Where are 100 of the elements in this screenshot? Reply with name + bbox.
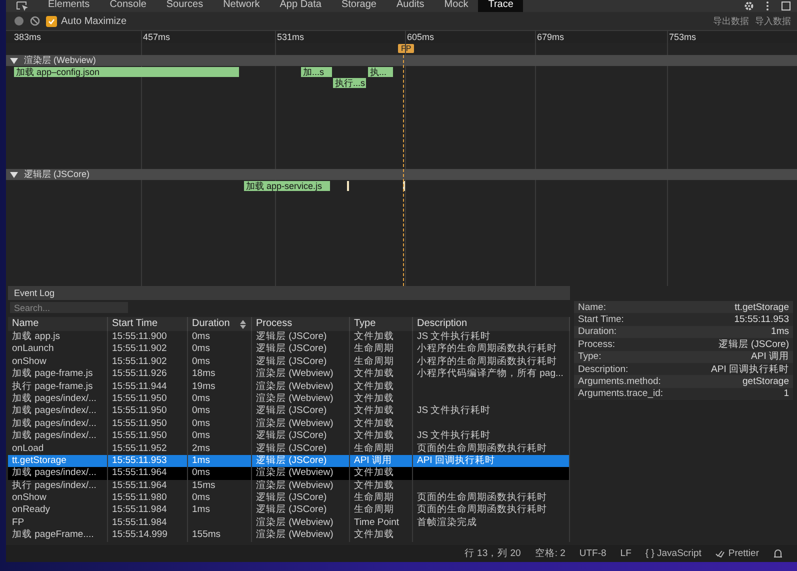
line-ending[interactable]: LF	[620, 548, 632, 559]
tab[interactable]: Trace	[478, 0, 524, 12]
table-cell: onShow	[8, 356, 108, 368]
table-cell: 加载 pages/index/...	[8, 430, 108, 443]
table-cell: 逻辑层 (JSCore)	[252, 430, 350, 443]
table-cell: 加载 pages/index/...	[8, 467, 108, 480]
table-cell: 逻辑层 (JSCore)	[252, 343, 350, 356]
table-cell: 1ms	[188, 504, 252, 517]
table-cell: JS 文件执行耗时	[413, 331, 570, 344]
column-header[interactable]: Start Time	[108, 317, 188, 331]
table-cell: 0ms	[188, 392, 252, 406]
table-cell: 渲染层 (Webview)	[252, 529, 350, 542]
event-bar[interactable]: 加载 app-service.js	[244, 181, 330, 191]
time-tick: 679ms	[537, 32, 564, 42]
table-cell: 0ms	[188, 343, 252, 356]
formatter-label: Prettier	[728, 548, 759, 559]
event-bar[interactable]: 执...	[368, 67, 393, 77]
table-cell: 0ms	[188, 331, 252, 344]
toolbar-link[interactable]: 导入数据	[755, 14, 791, 28]
column-header[interactable]: Name	[8, 317, 108, 331]
prettier-status[interactable]: Prettier	[715, 548, 759, 559]
table-cell: 渲染层 (Webview)	[252, 392, 350, 406]
detail-key: Arguments.trace_id:	[578, 388, 664, 400]
table-cell: 页面的生命周期函数执行耗时	[413, 504, 570, 517]
table-cell: 文件加载	[350, 380, 413, 393]
event-log-title: Event Log	[8, 286, 570, 300]
table-cell: 文件加载	[350, 405, 413, 418]
language-mode[interactable]: { } JavaScript	[645, 548, 702, 559]
table-cell: 15:55:11.944	[108, 380, 188, 393]
table-cell: 15:55:11.964	[108, 480, 188, 492]
table-cell: JS 文件执行耗时	[413, 430, 570, 443]
track-label: 逻辑层 (JSCore)	[24, 168, 90, 181]
toolbar-link[interactable]: 导出数据	[713, 14, 749, 28]
table-cell: 15:55:11.902	[108, 343, 188, 356]
table-cell: 15ms	[188, 480, 252, 492]
detail-key: Name:	[578, 302, 606, 313]
table-cell: 15:55:11.902	[108, 356, 188, 368]
table-cell: 逻辑层 (JSCore)	[252, 504, 350, 517]
track-header[interactable]: 渲染层 (Webview)	[6, 55, 797, 66]
table-cell: 生命周期	[350, 504, 413, 517]
table-cell: 渲染层 (Webview)	[252, 467, 350, 480]
cursor-position[interactable]: 行 13，列 20	[464, 547, 521, 560]
tab[interactable]: App Data	[270, 0, 332, 12]
detail-key: Process:	[578, 338, 615, 350]
table-cell: 渲染层 (Webview)	[252, 380, 350, 393]
table-cell: 执行 pages/index/...	[8, 480, 108, 492]
detail-value: tt.getStorage	[734, 302, 789, 313]
table-cell: 1ms	[188, 454, 252, 468]
table-cell: 0ms	[188, 467, 252, 480]
table-cell: 生命周期	[350, 343, 413, 356]
table-cell: 155ms	[188, 529, 252, 542]
event-bar[interactable]: 执行...s	[333, 78, 366, 88]
table-cell: API 调用	[350, 454, 413, 468]
track-label: 渲染层 (Webview)	[24, 54, 96, 67]
event-bar[interactable]: 加...s	[301, 67, 332, 77]
event-bar[interactable]: 加载 app–config.json	[14, 67, 239, 77]
tab[interactable]: Mock	[434, 0, 478, 12]
table-cell: JS 文件执行耗时	[413, 405, 570, 418]
auto-maximize-checkbox[interactable]: Auto Maximize	[46, 16, 127, 26]
table-cell: onReady	[8, 504, 108, 517]
column-label: Duration	[192, 317, 230, 331]
detail-key: Description:	[578, 364, 628, 375]
column-header[interactable]: Duration	[188, 317, 252, 331]
time-tick: 605ms	[407, 32, 434, 42]
table-cell: 15:55:11.950	[108, 405, 188, 418]
column-header[interactable]: Process	[252, 317, 350, 331]
table-cell: 加载 pageFrame....	[8, 529, 108, 542]
table-cell: 加载 pages/index/...	[8, 418, 108, 430]
detail-key: Start Time:	[578, 314, 624, 326]
table-cell: 小程序代码编译产物，所有 pag...	[413, 368, 570, 381]
detail-value: 1	[784, 388, 789, 400]
table-cell: 文件加载	[350, 467, 413, 480]
tab[interactable]: Network	[213, 0, 270, 12]
search-field[interactable]: Search...	[10, 302, 128, 313]
indent-setting[interactable]: 空格: 2	[534, 547, 566, 560]
detail-key: Type:	[578, 351, 602, 362]
detail-value: API 回调执行耗时	[711, 362, 789, 376]
table-cell: 首帧渲染完成	[413, 516, 570, 530]
table-cell: 渲染层 (Webview)	[252, 368, 350, 381]
table-cell: 15:55:11.950	[108, 392, 188, 406]
table-cell: API 回调执行耗时	[413, 454, 570, 468]
table-cell: onLaunch	[8, 343, 108, 356]
tab[interactable]: Console	[100, 0, 156, 12]
table-cell: 逻辑层 (JSCore)	[252, 331, 350, 344]
column-header[interactable]: Description	[413, 317, 570, 331]
tab[interactable]: Storage	[331, 0, 386, 12]
detail-key: Duration:	[578, 326, 617, 338]
table-cell: 执行 page-frame.js	[8, 380, 108, 393]
detail-value: getStorage	[742, 376, 789, 388]
tab[interactable]: Sources	[156, 0, 214, 12]
tab[interactable]: Audits	[386, 0, 434, 12]
table-cell: 0ms	[188, 430, 252, 443]
column-header[interactable]: Type	[350, 317, 413, 331]
track-header[interactable]: 逻辑层 (JSCore)	[6, 169, 797, 180]
table-cell: 15:55:11.980	[108, 492, 188, 504]
table-cell: 文件加载	[350, 529, 413, 542]
table-cell: 渲染层 (Webview)	[252, 516, 350, 530]
table-cell: 渲染层 (Webview)	[252, 480, 350, 492]
encoding[interactable]: UTF-8	[579, 548, 606, 559]
tab[interactable]: Elements	[38, 0, 100, 12]
